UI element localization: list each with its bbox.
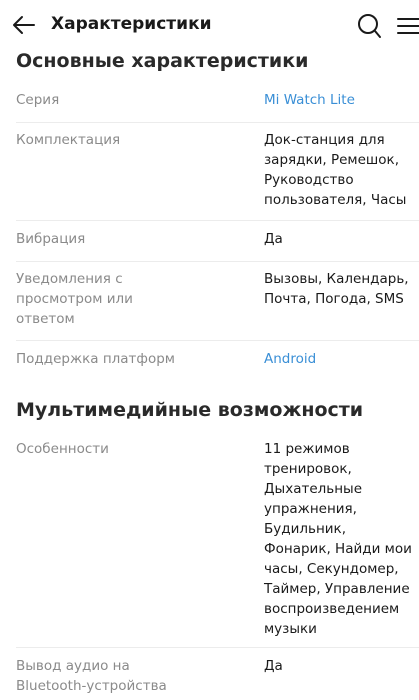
- spec-label-bluetooth-audio: Вывод аудио на Bluetooth-устройства: [16, 658, 167, 694]
- spec-label-package: Комплектация: [16, 132, 121, 148]
- spec-value-package: Док-станция для зарядки, Ремешок, Руково…: [264, 132, 407, 208]
- spec-label-notifications: Уведомления с просмотром или ответом: [16, 271, 133, 327]
- hamburger-menu-icon[interactable]: [396, 16, 419, 36]
- spec-label-series: Серия: [16, 92, 60, 108]
- spec-value-features: 11 режимов тренировок, Дыхательные упраж…: [264, 441, 412, 637]
- section-title-main: Основные характеристики: [16, 50, 309, 72]
- divider: [16, 261, 419, 262]
- search-icon[interactable]: [357, 13, 382, 39]
- divider: [16, 647, 419, 648]
- spec-value-series-link[interactable]: Mi Watch Lite: [264, 90, 414, 110]
- spec-value-bluetooth-audio: Да: [264, 658, 283, 674]
- arrow-left-icon[interactable]: [12, 15, 36, 35]
- spec-label-vibration: Вибрация: [16, 231, 86, 247]
- spec-value-platforms-link[interactable]: Android: [264, 349, 414, 369]
- spec-label-platforms: Поддержка платформ: [16, 351, 175, 367]
- divider: [16, 122, 419, 123]
- page-title: Характеристики: [51, 14, 212, 34]
- divider: [16, 220, 419, 221]
- top-app-bar: Характеристики: [0, 0, 419, 50]
- spec-value-notifications: Вызовы, Календарь, Почта, Погода, SMS: [264, 271, 409, 307]
- section-title-multimedia: Мультимедийные возможности: [16, 399, 364, 421]
- divider: [16, 340, 419, 341]
- spec-label-features: Особенности: [16, 441, 109, 457]
- spec-value-vibration: Да: [264, 231, 283, 247]
